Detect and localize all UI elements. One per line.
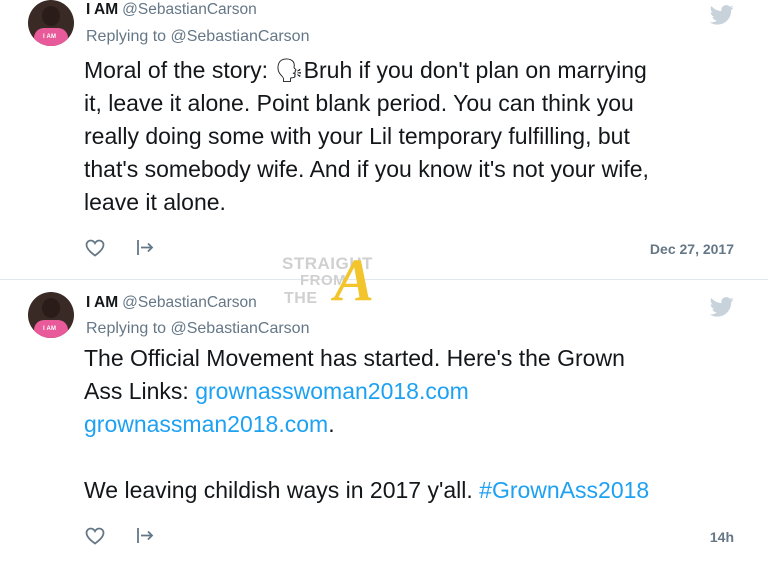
watermark-logo: STRAIGHT FROM THE A xyxy=(282,247,422,314)
avatar[interactable]: I AM xyxy=(28,0,74,46)
tweet-text-line: The Official Movement has started. Here'… xyxy=(84,345,625,371)
avatar-face xyxy=(42,6,60,26)
tweet-text-line: Ass Links: grownasswoman2018.com xyxy=(84,375,744,408)
author-name[interactable]: I AM xyxy=(86,1,118,18)
twitter-bird-icon xyxy=(710,297,734,317)
avatar[interactable]: I AM xyxy=(28,292,74,338)
avatar-badge: I AM xyxy=(43,34,57,40)
share-icon[interactable] xyxy=(134,525,156,547)
timestamp[interactable]: 14h xyxy=(710,529,734,545)
tweet-text-line: it, leave it alone. Point blank period. … xyxy=(84,90,634,116)
tweet-text-spacer xyxy=(84,441,744,474)
tweet-link[interactable]: grownassman2018.com xyxy=(84,411,328,437)
tweet-text-line: Moral of the story: 🗣Bruh if you don't p… xyxy=(84,57,647,83)
tweet-text-fragment: . xyxy=(328,411,335,437)
twitter-bird-icon xyxy=(710,5,734,25)
share-icon[interactable] xyxy=(134,237,156,259)
tweet-text-line: really doing some with your Lil temporar… xyxy=(84,123,630,149)
replying-to[interactable]: Replying to @SebastianCarson xyxy=(86,28,309,46)
hashtag-link[interactable]: #GrownAss2018 xyxy=(479,477,649,503)
watermark-letter: A xyxy=(334,247,375,313)
watermark-line-3: THE xyxy=(284,290,318,307)
avatar-face xyxy=(42,298,60,318)
timestamp[interactable]: Dec 27, 2017 xyxy=(650,241,734,257)
author-row[interactable]: I AM @SebastianCarson xyxy=(86,1,257,19)
avatar-badge: I AM xyxy=(43,326,57,332)
tweet-link[interactable]: grownasswoman2018.com xyxy=(195,378,469,404)
heart-icon[interactable] xyxy=(84,237,106,259)
tweet-text: Moral of the story: 🗣Bruh if you don't p… xyxy=(84,54,744,219)
author-handle[interactable]: @SebastianCarson xyxy=(122,294,257,311)
tweet-text: The Official Movement has started. Here'… xyxy=(84,342,744,507)
tweet-text-line: that's somebody wife. And if you know it… xyxy=(84,156,649,182)
tweet-text-line: grownassman2018.com. xyxy=(84,408,744,441)
author-name[interactable]: I AM xyxy=(86,294,118,311)
tweet-text-line: leave it alone. xyxy=(84,189,226,215)
tweet-text-fragment: We leaving childish ways in 2017 y'all. xyxy=(84,477,480,503)
author-row[interactable]: I AM @SebastianCarson xyxy=(86,294,257,312)
author-handle[interactable]: @SebastianCarson xyxy=(122,1,257,18)
tweet-text-fragment: Ass Links: xyxy=(84,378,196,404)
heart-icon[interactable] xyxy=(84,525,106,547)
replying-to[interactable]: Replying to @SebastianCarson xyxy=(86,320,309,338)
tweet-text-line: We leaving childish ways in 2017 y'all. … xyxy=(84,474,744,507)
